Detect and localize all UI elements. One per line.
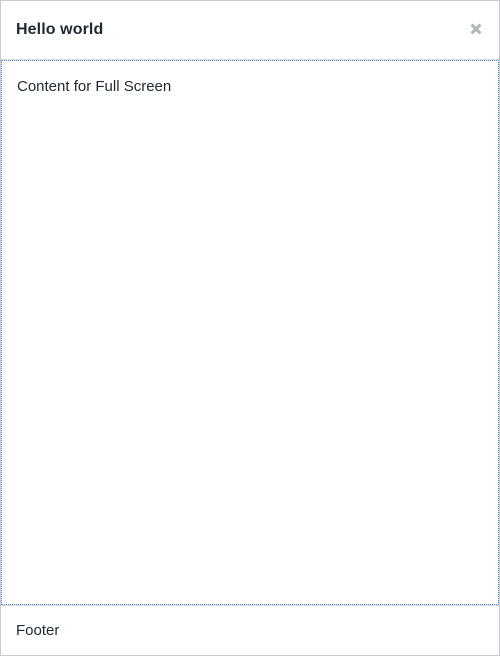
dialog-header: Hello world: [1, 1, 499, 60]
dialog-footer-text: Footer: [16, 622, 60, 639]
fullscreen-dialog: Hello world Content for Full Screen Foot…: [0, 0, 500, 656]
dialog-title: Hello world: [16, 21, 104, 38]
close-button[interactable]: [465, 19, 487, 41]
close-icon: [468, 21, 484, 40]
dialog-body-text: Content for Full Screen: [17, 78, 172, 95]
dialog-footer: Footer: [1, 605, 499, 655]
dialog-body: Content for Full Screen: [1, 60, 499, 605]
